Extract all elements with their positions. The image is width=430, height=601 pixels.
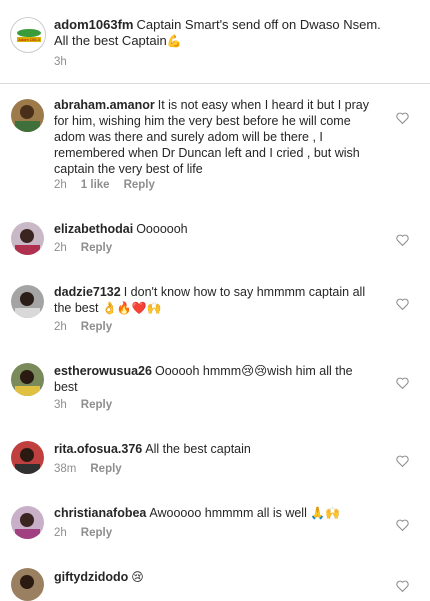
reply-button[interactable]: Reply <box>124 179 155 191</box>
comment-meta: 2h 1 like Reply <box>54 179 155 191</box>
comment-username[interactable]: elizabethodai <box>54 222 133 236</box>
reply-button[interactable]: Reply <box>81 321 112 333</box>
avatar[interactable] <box>11 568 44 601</box>
reply-button[interactable]: Reply <box>81 242 112 254</box>
caption-username[interactable]: adom1063fm <box>54 17 133 32</box>
comment-text: abraham.amanor It is not easy when I hear… <box>54 97 379 177</box>
comment-emoji: 😢 <box>131 570 144 584</box>
comment-meta: 2h Reply <box>54 242 112 254</box>
heart-outline-icon[interactable] <box>396 234 409 246</box>
comment-time: 2h <box>54 242 67 254</box>
like-count[interactable]: 1 like <box>81 179 110 191</box>
comment-body: All the best captain <box>145 442 251 456</box>
flexed-biceps-emoji: 💪 <box>166 34 182 48</box>
heart-outline-icon[interactable] <box>396 298 409 310</box>
avatar[interactable] <box>11 506 44 539</box>
heart-outline-icon[interactable] <box>396 580 409 592</box>
caption-text: adom1063fm Captain Smart's send off on Dw… <box>54 17 394 49</box>
comment-meta: 2h Reply <box>54 527 112 539</box>
adom-logo-avatar[interactable]: Adom 106.3 <box>10 17 46 53</box>
comment-text: rita.ofosua.376 All the best captain <box>54 441 379 457</box>
heart-outline-icon[interactable] <box>396 112 409 124</box>
avatar[interactable] <box>11 222 44 255</box>
comment-time: 2h <box>54 321 67 333</box>
comment-meta: 38m Reply <box>54 463 122 475</box>
comment-body: Ooooooh <box>136 222 188 236</box>
comment-body: Awooooo hmmmm all is well <box>149 506 307 520</box>
post-caption: Adom 106.3 adom1063fm Captain Smart's sen… <box>0 0 430 84</box>
avatar[interactable] <box>11 285 44 318</box>
heart-outline-icon[interactable] <box>396 377 409 389</box>
logo-text: Adom 106.3 <box>18 37 40 42</box>
comment-username[interactable]: estherowusua26 <box>54 364 152 378</box>
reply-button[interactable]: Reply <box>81 527 112 539</box>
comment-time: 3h <box>54 399 67 411</box>
comment-text: giftydzidodo 😢 <box>54 569 379 585</box>
comment-text: christianafobea Awooooo hmmmm all is well… <box>54 505 379 521</box>
comment-username[interactable]: dadzie7132 <box>54 285 121 299</box>
comment-username[interactable]: giftydzidodo <box>54 570 128 584</box>
comment-time: 38m <box>54 463 77 475</box>
comment-username[interactable]: rita.ofosua.376 <box>54 442 142 456</box>
comment-time: 2h <box>54 179 67 191</box>
comment-time: 2h <box>54 527 67 539</box>
comment-username[interactable]: christianafobea <box>54 506 146 520</box>
comment-text: dadzie7132 I don't know how to say hmmmm … <box>54 284 379 316</box>
comment-text: elizabethodai Ooooooh <box>54 221 379 237</box>
comment-meta: 3h Reply <box>54 399 112 411</box>
reply-button[interactable]: Reply <box>90 463 121 475</box>
heart-outline-icon[interactable] <box>396 519 409 531</box>
comment-username[interactable]: abraham.amanor <box>54 98 155 112</box>
reply-button[interactable]: Reply <box>81 399 112 411</box>
heart-outline-icon[interactable] <box>396 455 409 467</box>
comment-meta: 2h Reply <box>54 321 112 333</box>
comment-emoji: 👌🔥❤️🙌 <box>101 301 162 315</box>
comment-emoji: 🙏🙌 <box>310 506 341 520</box>
caption-time: 3h <box>54 56 67 68</box>
avatar[interactable] <box>11 99 44 132</box>
comment-text: estherowusua26 Oooooh hmmm😢😢wish him all … <box>54 363 379 395</box>
avatar[interactable] <box>11 363 44 396</box>
avatar[interactable] <box>11 441 44 474</box>
